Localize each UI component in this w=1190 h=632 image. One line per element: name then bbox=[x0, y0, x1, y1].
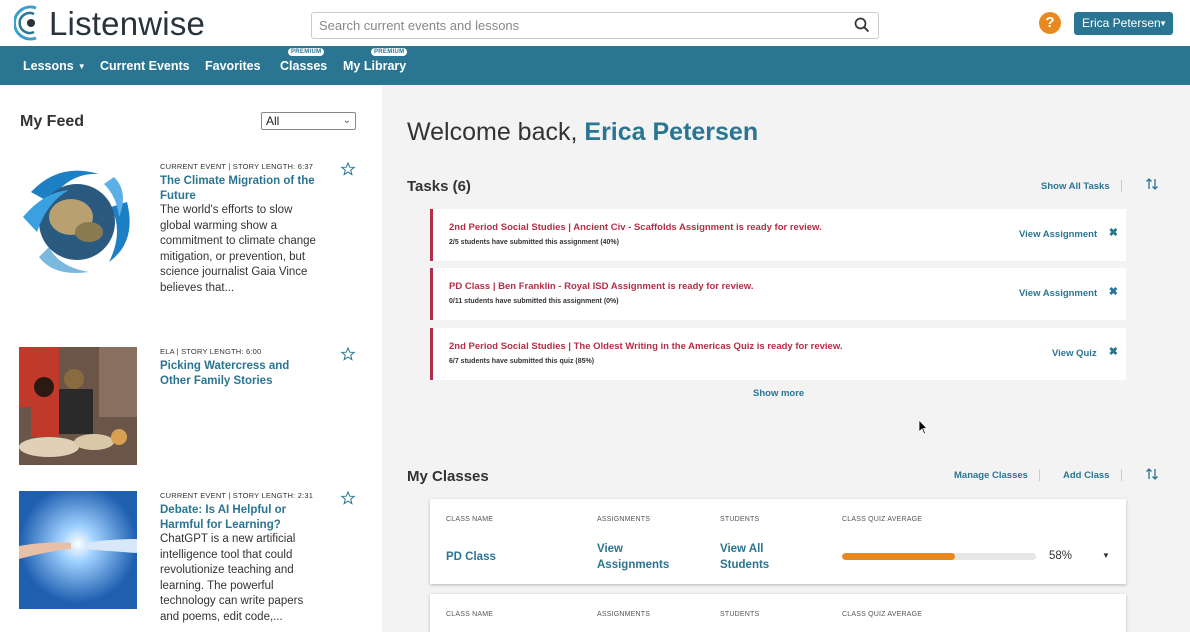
quiz-average-fill bbox=[842, 553, 955, 560]
show-more-link[interactable]: Show more bbox=[753, 388, 804, 399]
story-thumbnail[interactable] bbox=[19, 491, 137, 609]
nav-favorites[interactable]: Favorites bbox=[205, 59, 261, 73]
user-menu-button[interactable]: Erica Petersen ▼ bbox=[1074, 12, 1173, 35]
class-card: CLASS NAME ASSIGNMENTS STUDENTS CLASS QU… bbox=[430, 594, 1126, 632]
quiz-average-percent: 58% bbox=[1049, 550, 1073, 562]
help-icon[interactable]: ? bbox=[1039, 12, 1061, 34]
task-progress-text: 6/7 students have submitted this quiz (8… bbox=[449, 358, 595, 365]
expand-chevron-icon[interactable]: ▼ bbox=[1102, 551, 1110, 560]
nav-current-events[interactable]: Current Events bbox=[100, 59, 190, 73]
add-class-link[interactable]: Add Class bbox=[1063, 470, 1109, 481]
tasks-title: Tasks (6) bbox=[407, 178, 471, 195]
task-title[interactable]: PD Class | Ben Franklin - Royal ISD Assi… bbox=[449, 281, 753, 292]
students-header: STUDENTS bbox=[720, 516, 760, 523]
divider bbox=[1121, 180, 1122, 192]
view-all-students-link[interactable]: View All Students bbox=[720, 541, 800, 573]
chevron-down-icon: ⌄ bbox=[342, 115, 351, 126]
logo-text: Listenwise bbox=[49, 4, 206, 42]
view-quiz-link[interactable]: View Quiz bbox=[1052, 348, 1097, 359]
task-progress-text: 2/5 students have submitted this assignm… bbox=[449, 239, 619, 246]
dashboard-main: Welcome back, Erica Petersen Tasks (6) S… bbox=[382, 85, 1190, 632]
search-input[interactable] bbox=[312, 13, 832, 38]
show-all-tasks-link[interactable]: Show All Tasks bbox=[1041, 181, 1110, 192]
story-meta: CURRENT EVENT | STORY LENGTH: 6:37 bbox=[160, 162, 314, 171]
quiz-average-bar bbox=[842, 553, 1036, 560]
close-icon[interactable]: ✖ bbox=[1109, 226, 1118, 239]
sort-icon[interactable] bbox=[1145, 177, 1159, 191]
logo-icon bbox=[14, 5, 37, 41]
class-name-header: CLASS NAME bbox=[446, 611, 494, 618]
user-name: Erica Petersen bbox=[1082, 16, 1161, 30]
nav-lessons[interactable]: Lessons ▼ bbox=[23, 59, 86, 73]
average-header: CLASS QUIZ AVERAGE bbox=[842, 611, 923, 618]
feed-filter-select[interactable]: All ⌄ bbox=[261, 112, 356, 130]
story-thumbnail[interactable] bbox=[19, 162, 137, 280]
premium-badge: PREMIUM bbox=[288, 48, 325, 56]
task-card: PD Class | Ben Franklin - Royal ISD Assi… bbox=[430, 268, 1126, 320]
feed-title: My Feed bbox=[20, 113, 85, 130]
story-description: ChatGPT is a new artificial intelligence… bbox=[160, 533, 304, 623]
feed-story: ELA | STORY LENGTH: 6:00 Picking Watercr… bbox=[19, 347, 364, 465]
nav-label: My Library bbox=[343, 59, 407, 73]
divider bbox=[1121, 469, 1122, 481]
story-title[interactable]: Debate: Is AI Helpful or Harmful for Lea… bbox=[160, 503, 320, 533]
nav-label: Favorites bbox=[205, 59, 261, 73]
welcome-prefix: Welcome back, bbox=[407, 118, 578, 146]
task-progress-text: 0/11 students have submitted this assign… bbox=[449, 298, 619, 305]
task-card: 2nd Period Social Studies | The Oldest W… bbox=[430, 328, 1126, 380]
nav-label: Lessons bbox=[23, 59, 74, 73]
feed-story: CURRENT EVENT | STORY LENGTH: 2:31 Debat… bbox=[19, 491, 364, 631]
class-name-header: CLASS NAME bbox=[446, 516, 494, 523]
welcome-heading: Welcome back, Erica Petersen bbox=[407, 118, 758, 147]
top-header: Listenwise ? Erica Petersen ▼ bbox=[0, 0, 1190, 46]
assignments-header: ASSIGNMENTS bbox=[597, 516, 651, 523]
class-card: CLASS NAME ASSIGNMENTS STUDENTS CLASS QU… bbox=[430, 499, 1126, 584]
logo[interactable]: Listenwise bbox=[14, 3, 205, 43]
star-icon[interactable] bbox=[341, 162, 355, 176]
nav-label: Classes bbox=[280, 59, 328, 73]
feed-filter-value: All bbox=[266, 114, 280, 128]
mouse-cursor-icon bbox=[918, 419, 928, 435]
story-thumbnail[interactable] bbox=[19, 347, 137, 465]
average-header: CLASS QUIZ AVERAGE bbox=[842, 516, 923, 523]
welcome-name: Erica Petersen bbox=[584, 118, 759, 146]
story-description: The world's efforts to slow global warmi… bbox=[160, 204, 316, 294]
main-nav: Lessons ▼ Current Events Favorites PREMIU… bbox=[0, 46, 1190, 85]
star-icon[interactable] bbox=[341, 491, 355, 505]
manage-classes-link[interactable]: Manage Classes bbox=[954, 470, 1028, 481]
class-name-link[interactable]: PD Class bbox=[446, 549, 496, 565]
task-title[interactable]: 2nd Period Social Studies | The Oldest W… bbox=[449, 341, 843, 352]
divider bbox=[1039, 469, 1040, 481]
students-header: STUDENTS bbox=[720, 611, 760, 618]
task-title[interactable]: 2nd Period Social Studies | Ancient Civ … bbox=[449, 222, 822, 233]
story-meta: CURRENT EVENT | STORY LENGTH: 2:31 bbox=[160, 491, 314, 500]
story-title[interactable]: Picking Watercress and Other Family Stor… bbox=[160, 359, 320, 389]
close-icon[interactable]: ✖ bbox=[1109, 345, 1118, 358]
search-box bbox=[311, 12, 879, 39]
sort-icon[interactable] bbox=[1145, 467, 1159, 481]
chevron-down-icon: ▼ bbox=[77, 62, 86, 71]
nav-label: Current Events bbox=[100, 59, 190, 73]
view-assignments-link[interactable]: View Assignments bbox=[597, 541, 687, 573]
view-assignment-link[interactable]: View Assignment bbox=[1019, 288, 1097, 299]
story-title[interactable]: The Climate Migration of the Future bbox=[160, 174, 320, 204]
nav-classes[interactable]: PREMIUM Classes bbox=[280, 48, 328, 73]
view-assignment-link[interactable]: View Assignment bbox=[1019, 229, 1097, 240]
close-icon[interactable]: ✖ bbox=[1109, 285, 1118, 298]
search-icon[interactable] bbox=[854, 17, 870, 33]
story-meta: ELA | STORY LENGTH: 6:00 bbox=[160, 347, 262, 356]
star-icon[interactable] bbox=[341, 347, 355, 361]
my-feed-panel: My Feed All ⌄ CURRENT EVENT | STORY LENG… bbox=[0, 85, 381, 632]
chevron-down-icon: ▼ bbox=[1159, 19, 1167, 28]
task-card: 2nd Period Social Studies | Ancient Civ … bbox=[430, 209, 1126, 261]
feed-story: CURRENT EVENT | STORY LENGTH: 6:37 The C… bbox=[19, 162, 364, 322]
premium-badge: PREMIUM bbox=[371, 48, 408, 56]
assignments-header: ASSIGNMENTS bbox=[597, 611, 651, 618]
nav-my-library[interactable]: PREMIUM My Library bbox=[343, 48, 408, 73]
classes-title: My Classes bbox=[407, 468, 489, 485]
